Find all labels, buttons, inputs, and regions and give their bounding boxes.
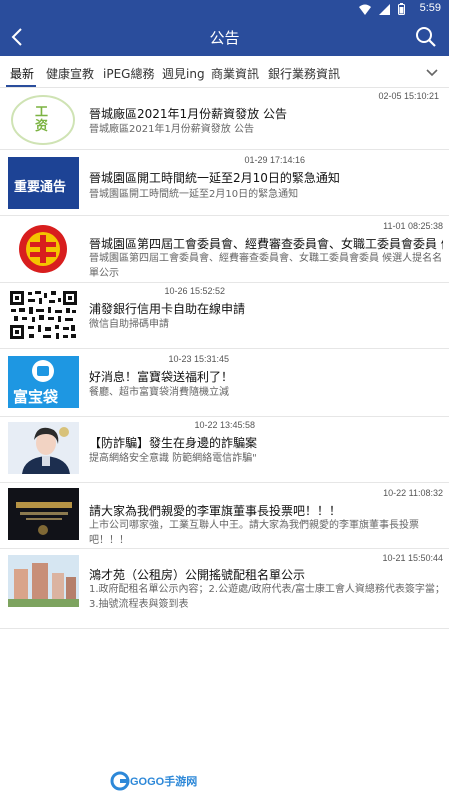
status-time: 5:59 [419,2,441,14]
item-timestamp: 01-29 17:14:16 [244,155,305,165]
item-thumbnail: 重要通告 [8,157,79,209]
item-title: 晉城園區開工時間統一延至2月10日的緊急通知 [89,171,340,185]
list-item[interactable]: 富宝袋 10-23 15:31:45 好消息！富寶袋送福利了！ 餐廳、超市富寶袋… [0,349,449,417]
qr-code-icon [8,289,79,341]
list-item[interactable]: 11-01 08:25:38 晉城園區第四屆工會委員會、經費審查委員會、女職工委… [0,216,449,283]
tab-weekly[interactable]: 週見ing [162,65,205,82]
item-description: 晉城廠區2021年1月份薪資發放 公告 [89,124,254,135]
vote-banner-photo [8,488,79,540]
item-description: 上市公司哪家強，工業互聯人中王。請大家為我們親愛的李軍旗董事長投票吧！！！ [89,520,419,546]
active-tab-indicator [6,85,36,87]
item-thumbnail [8,289,79,341]
item-thumbnail [8,422,79,474]
list-item[interactable]: 10-21 15:50:44 鴻才苑（公租房）公開搖號配租名單公示 1.政府配租… [0,549,449,629]
item-title: 晉城園區第四屆工會委員會、經費審查委員會、女職工委員會委員 候選人提... [89,237,443,251]
tab-business[interactable]: 商業資訊 [211,65,259,82]
wifi-icon [359,4,371,15]
gogo-logo-icon [110,771,130,791]
item-timestamp: 11-01 08:25:38 [383,221,443,231]
item-timestamp: 10-23 15:31:45 [168,354,229,364]
item-timestamp: 10-22 11:08:32 [383,488,443,498]
thumbnail-text: 工资 [35,105,49,134]
search-icon [416,27,436,47]
battery-icon [398,3,405,15]
signal-icon [379,3,390,15]
item-thumbnail [8,488,79,540]
item-thumbnail [8,223,79,275]
status-icons [359,3,405,15]
item-description: 提高網絡安全意識 防範網絡電信詐騙" [89,453,257,464]
status-bar: 5:59 [0,0,449,18]
footer-watermark-logo: GOGO手游网 [110,770,200,792]
item-timestamp: 10-22 13:45:58 [194,420,255,430]
search-button[interactable] [415,26,437,48]
item-description: 微信自助掃碼申請 [89,319,169,330]
item-title: 浦發銀行信用卡自助在線申請 [89,302,246,316]
item-thumbnail: 富宝袋 [8,356,79,408]
police-officer-photo [8,422,79,474]
tab-bank[interactable]: 銀行業務資訊 [268,65,340,82]
item-description: 餐廳、超市富寶袋消費隨機立減 [89,387,229,398]
tab-ipeg[interactable]: iPEG總務 [103,65,154,82]
chevron-down-icon [426,69,438,77]
list-item[interactable]: 10-22 13:45:58 【防詐騙】發生在身邊的詐騙案 提高網絡安全意識 防… [0,417,449,483]
item-thumbnail [8,555,79,607]
thumbnail-text: 富宝袋 [13,388,59,406]
watermark-text: GOGO手游网 [130,776,198,788]
item-timestamp: 10-26 15:52:52 [164,286,225,296]
item-title: 請大家為我們親愛的李軍旗董事長投票吧！！！ [89,504,342,518]
apartment-building-photo [8,555,79,607]
list-item[interactable]: 工资 02-05 15:10:21 晉城廠區2021年1月份薪資發放 公告 晉城… [0,88,449,150]
thumbnail-text: 重要通告 [14,180,67,195]
fubaodai-logo-icon [32,360,54,382]
item-description: 1.政府配租名單公示內容；2.公遊處/政府代表/富士康工會人資總務代表簽字當；3… [89,584,445,610]
tab-latest[interactable]: 最新 [10,65,34,82]
item-title: 鴻才苑（公租房）公開搖號配租名單公示 [89,568,306,582]
category-tabs: 最新 健康宣教 iPEG總務 週見ing 商業資訊 銀行業務資訊 [0,56,449,88]
item-title: 【防詐騙】發生在身邊的詐騙案 [89,436,258,450]
item-thumbnail: 工资 [8,94,79,146]
item-timestamp: 10-21 15:50:44 [382,553,443,563]
item-title: 好消息！富寶袋送福利了！ [89,370,234,384]
page-title: 公告 [209,29,240,47]
app-bar: 公告 [0,18,449,56]
item-description: 晉城園區開工時間統一延至2月10日的緊急通知 [89,189,299,200]
tab-health[interactable]: 健康宣教 [46,65,94,82]
list-item[interactable]: 10-22 11:08:32 請大家為我們親愛的李軍旗董事長投票吧！！！ 上市公… [0,483,449,549]
item-timestamp: 02-05 15:10:21 [378,91,439,101]
more-tabs-button[interactable] [425,65,439,79]
list-item[interactable]: 10-26 15:52:52 浦發銀行信用卡自助在線申請 微信自助掃碼申請 [0,283,449,349]
list-item[interactable]: 重要通告 01-29 17:14:16 晉城園區開工時間統一延至2月10日的緊急… [0,150,449,216]
item-title: 晉城廠區2021年1月份薪資發放 公告 [89,107,287,121]
item-description: 晉城園區第四屆工會委員會、經費審查委員會、女職工委員會委員 候選人提名名單公示 [89,253,443,279]
union-logo-icon [19,225,67,273]
